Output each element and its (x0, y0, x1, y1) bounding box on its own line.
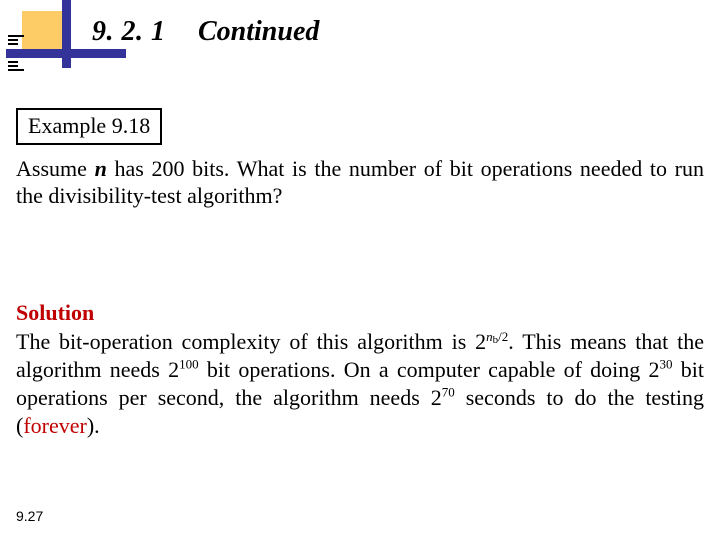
section-number: 9. 2. 1 (92, 16, 166, 48)
s1: The bit-operation complexity of this alg… (16, 329, 486, 354)
problem-post: has 200 bits. What is the number of bit … (16, 156, 704, 208)
exp-nb2: nb/2 (486, 329, 508, 344)
problem-text: Assume n has 200 bits. What is the numbe… (16, 156, 704, 210)
section-title: Continued (198, 16, 319, 48)
exp-over2: /2 (498, 329, 508, 344)
decor-yellow-square (22, 11, 62, 49)
exp-30: 30 (660, 357, 673, 372)
forever-text: forever (23, 413, 87, 438)
decor-tick (8, 61, 18, 63)
decor-horizontal-bar (6, 49, 126, 58)
solution-body: The bit-operation complexity of this alg… (16, 328, 704, 441)
decor-tick (8, 35, 24, 37)
solution-label: Solution (16, 300, 94, 326)
exp-100: 100 (179, 357, 199, 372)
decor-tick (8, 43, 18, 45)
problem-var: n (95, 156, 107, 181)
decor-tick (8, 69, 24, 71)
decor-tick (8, 65, 18, 67)
problem-pre: Assume (16, 156, 95, 181)
example-label: Example 9.18 (16, 108, 162, 145)
page-number: 9.27 (16, 508, 43, 524)
exp-70: 70 (442, 385, 455, 400)
s3: bit operations. On a computer capable of… (199, 357, 660, 382)
decor-tick (8, 39, 18, 41)
s6: ). (87, 413, 100, 438)
